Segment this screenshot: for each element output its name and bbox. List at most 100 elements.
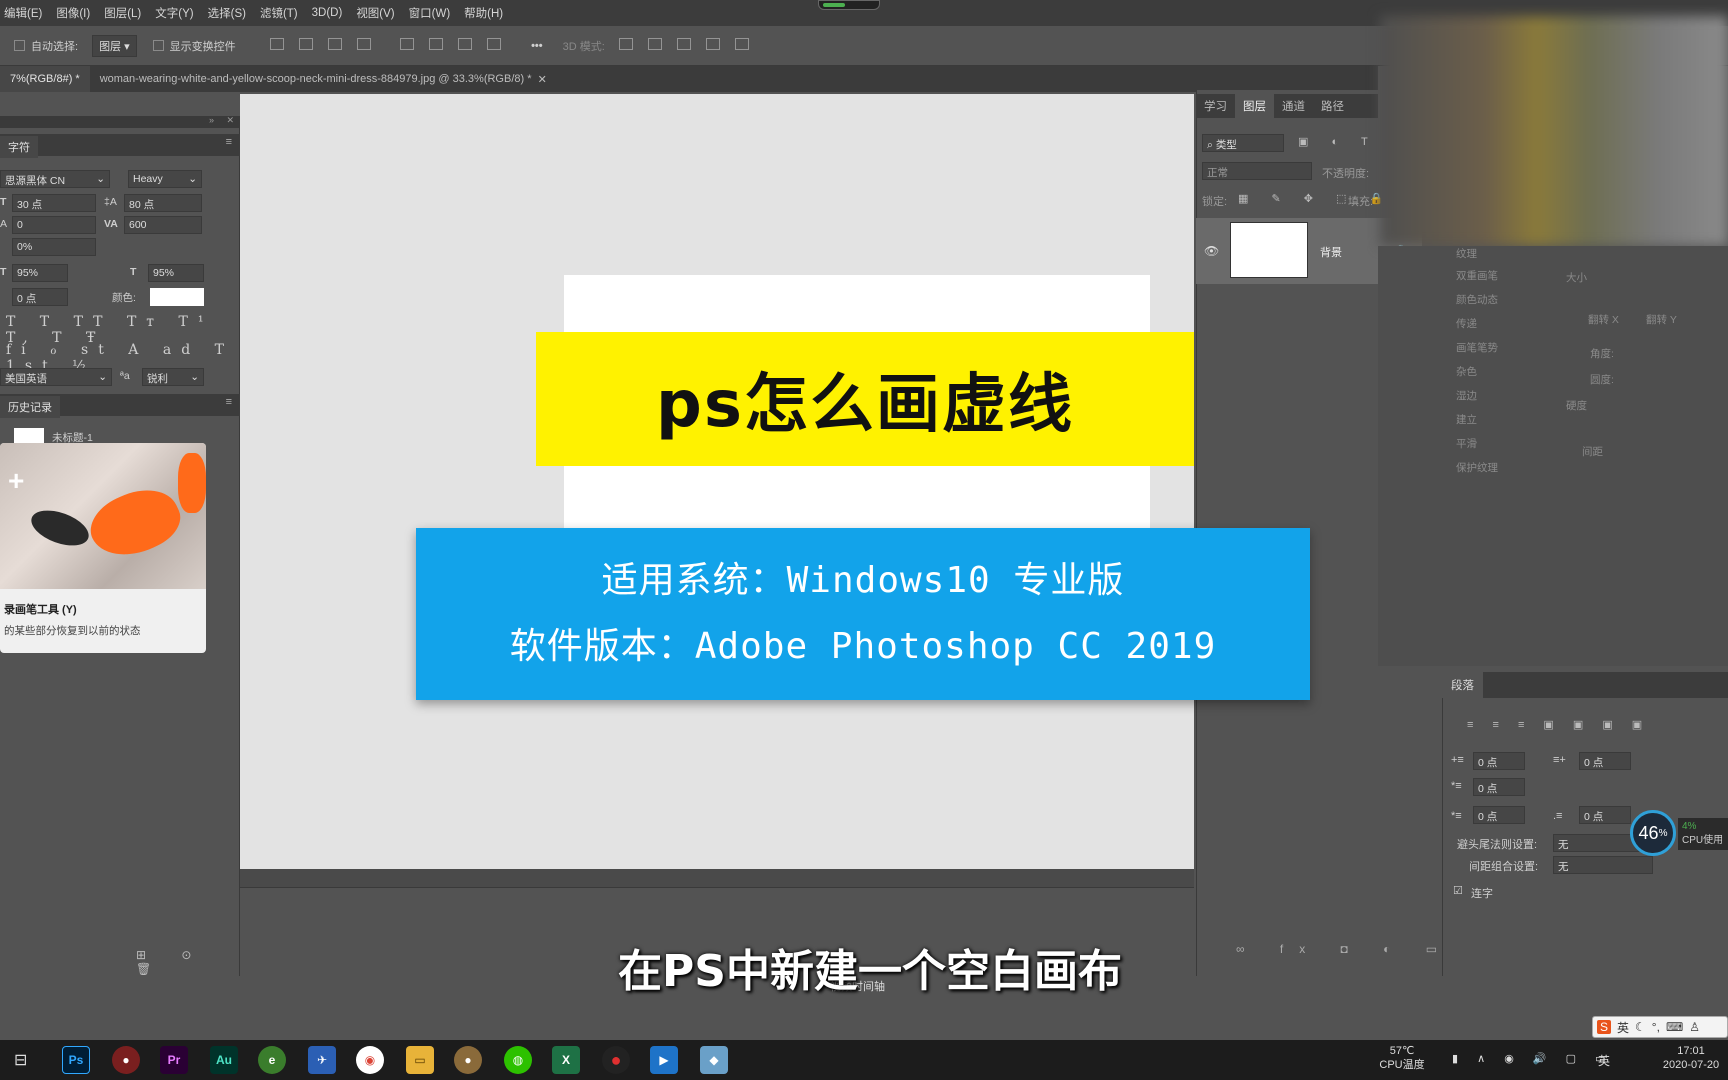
tray-lang[interactable]: 英 [1598,1052,1610,1069]
kerning-field[interactable]: 0 [12,216,96,234]
align-top-icon[interactable] [399,38,414,50]
horizontal-scale-field[interactable]: 95% [148,264,204,282]
font-style-field[interactable]: Heavy ⌄ [128,170,202,188]
panel-menu-icon[interactable]: ≡ [226,136,232,148]
menu-edit[interactable]: 编辑(E) [4,5,42,21]
brush-option-color-dynamics[interactable]: 颜色动态 [1456,292,1498,307]
align-left-icon[interactable] [269,38,284,50]
ime-toolbar[interactable]: S 英 ☾ °, ⌨ ♙ [1592,1016,1728,1038]
brush-option-pose[interactable]: 画笔笔势 [1456,340,1498,355]
paragraph-align-buttons[interactable]: ≡ ≡ ≡ ▣ ▣ ▣ ▣ [1467,718,1650,731]
tab-channels[interactable]: 通道 [1274,94,1313,118]
brush-option-noise[interactable]: 杂色 [1456,364,1477,379]
close-panel-icon[interactable]: ✕ [226,115,234,126]
mojikumi-dropdown[interactable]: 无 [1553,856,1653,874]
audition-taskbar-icon[interactable]: Au [210,1046,238,1074]
flip-y-label[interactable]: 翻转 Y [1646,312,1677,327]
explorer-taskbar-icon[interactable]: ▭ [406,1046,434,1074]
indent-right-field[interactable]: 0 点 [1579,752,1631,770]
clock[interactable]: 17:01 2020-07-20 [1654,1044,1728,1072]
menu-type[interactable]: 文字(Y) [155,5,193,21]
tab-document-1[interactable]: 7%(RGB/8#) * [0,66,90,92]
photoshop-taskbar-icon[interactable]: Ps [62,1046,90,1074]
align-bottom-icon[interactable] [458,38,473,50]
tsume-field[interactable]: 0% [12,238,96,256]
cpu-usage-gauge[interactable]: 46% [1630,810,1676,856]
3d-roll-icon[interactable] [647,38,662,50]
align-middle-icon[interactable] [428,38,443,50]
tab-character[interactable]: 字符 [0,136,38,158]
3d-slide-icon[interactable] [706,38,721,50]
moon-icon[interactable]: ☾ [1635,1020,1646,1034]
tab-learn[interactable]: 学习 [1196,94,1235,118]
visibility-eye-icon[interactable]: 👁 [1204,244,1219,258]
text-color-swatch[interactable] [150,288,204,306]
first-line-field[interactable]: 0 点 [1473,778,1525,796]
font-size-field[interactable]: 30 点 [12,194,96,212]
leading-field[interactable]: 80 点 [124,194,202,212]
brush-option-dual[interactable]: 双重画笔 [1456,268,1498,283]
tab-document-2[interactable]: woman-wearing-white-and-yellow-scoop-nec… [90,66,557,92]
app-taskbar-icon-4[interactable]: ◆ [700,1046,728,1074]
brush-option-texture[interactable]: 纹理 [1456,246,1477,261]
user-icon[interactable]: ♙ [1689,1020,1700,1034]
tab-layers[interactable]: 图层 [1235,94,1274,118]
space-after-field[interactable]: 0 点 [1579,806,1631,824]
layer-name[interactable]: 背景 [1320,244,1342,260]
more-options-button[interactable]: ••• [531,40,543,52]
baseline-shift-field[interactable]: 0 点 [12,288,68,306]
task-view-icon[interactable]: ⊟ [14,1050,27,1070]
antialias-dropdown[interactable]: 锐利 ⌄ [142,368,204,386]
brush-option-protect-texture[interactable]: 保护纹理 [1456,460,1498,475]
brush-option-buildup[interactable]: 建立 [1456,412,1477,427]
blend-mode-dropdown[interactable]: 正常 [1202,162,1312,180]
flip-x-label[interactable]: 翻转 X [1588,312,1619,327]
3d-scale-icon[interactable] [735,38,750,50]
3d-pan-icon[interactable] [676,38,691,50]
browser-taskbar-icon[interactable]: e [258,1046,286,1074]
brush-option-transfer[interactable]: 传递 [1456,316,1477,331]
premiere-taskbar-icon[interactable]: Pr [160,1046,188,1074]
menu-image[interactable]: 图像(I) [56,5,90,21]
indent-left-field[interactable]: 0 点 [1473,752,1525,770]
recorder-taskbar-icon[interactable]: ● [602,1046,630,1074]
history-snapshot-thumb[interactable] [14,428,44,444]
tray-icons[interactable]: ▮ ∧ ◉ 🔊 ▢ ▭ [1452,1052,1613,1065]
align-right-icon[interactable] [327,38,342,50]
layer-filter-field[interactable]: ⌕ 类型 [1202,134,1284,152]
punct-icon[interactable]: °, [1652,1020,1660,1034]
menu-view[interactable]: 视图(V) [356,5,394,21]
horizontal-scrollbar[interactable] [240,869,1194,887]
tab-paragraph[interactable]: 段落 [1442,672,1483,698]
auto-select-checkbox[interactable] [14,40,31,52]
language-dropdown[interactable]: 美国英语 ⌄ [0,368,112,386]
sogou-icon[interactable]: S [1597,1020,1612,1034]
tab-history[interactable]: 历史记录 [0,396,60,418]
distribute-v-icon[interactable] [487,38,502,50]
brush-option-smoothing[interactable]: 平滑 [1456,436,1477,451]
excel-taskbar-icon[interactable]: X [552,1046,580,1074]
keyboard-icon[interactable]: ⌨ [1666,1020,1683,1034]
hyphenate-checkbox[interactable]: ☑ [1453,884,1463,897]
brush-option-wet-edges[interactable]: 湿边 [1456,388,1477,403]
history-menu-icon[interactable]: ≡ [226,396,232,408]
menu-filter[interactable]: 滤镜(T) [260,5,298,21]
menu-layer[interactable]: 图层(L) [104,5,141,21]
tracking-field[interactable]: 600 [124,216,202,234]
tab-paths[interactable]: 路径 [1313,94,1352,118]
wechat-taskbar-icon[interactable]: ◍ [504,1046,532,1074]
space-before-field[interactable]: 0 点 [1473,806,1525,824]
menu-help[interactable]: 帮助(H) [464,5,503,21]
chrome-taskbar-icon[interactable]: ◉ [356,1046,384,1074]
3d-orbit-icon[interactable] [618,38,633,50]
app-taskbar-icon-2[interactable]: ✈ [308,1046,336,1074]
font-family-field[interactable]: 思源黑体 CN ⌄ [0,170,110,188]
align-center-icon[interactable] [298,38,313,50]
show-transform-checkbox[interactable] [152,40,170,52]
ime-lang[interactable]: 英 [1617,1019,1629,1036]
distribute-icon[interactable] [356,38,371,50]
menu-select[interactable]: 选择(S) [208,5,246,21]
menu-3d[interactable]: 3D(D) [312,7,343,19]
menu-window[interactable]: 窗口(W) [409,5,451,21]
layer-filter-icons[interactable]: ▣ ◐ T [1298,135,1378,148]
